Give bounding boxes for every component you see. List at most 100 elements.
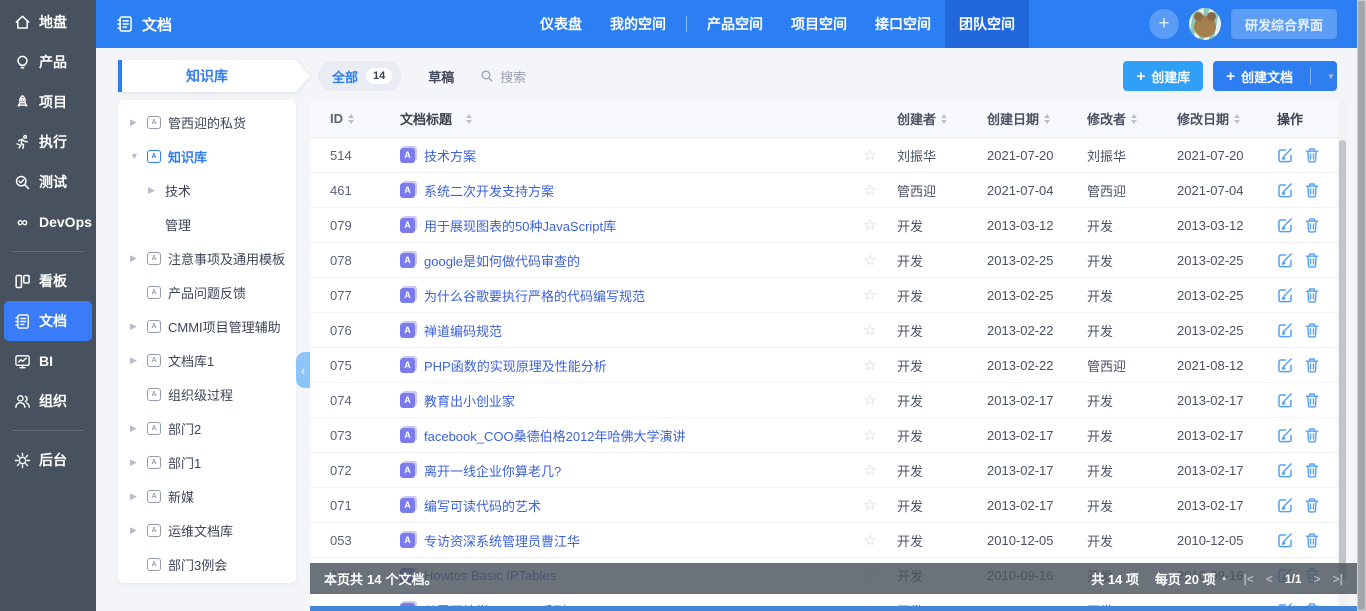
tree-item[interactable]: 管西迎的私货 (118, 105, 296, 139)
window-scrollbar-thumb[interactable] (1358, 1, 1365, 610)
tree-item[interactable]: 部门3例会 (118, 547, 296, 581)
tree-item[interactable]: CMMI项目管理辅助 (118, 309, 296, 343)
doc-title-link[interactable]: facebook_COO桑德伯格2012年哈佛大学演讲 (424, 426, 686, 445)
trash-icon[interactable] (1304, 322, 1320, 338)
plus-icon[interactable]: + (1149, 9, 1179, 39)
star-icon[interactable] (853, 181, 887, 199)
sidebar-item-bi[interactable]: BI (4, 341, 92, 381)
edit-icon[interactable] (1277, 182, 1293, 198)
sidebar-item-project[interactable]: 项目 (4, 82, 92, 122)
caret-icon[interactable] (130, 355, 140, 366)
star-icon[interactable] (853, 251, 887, 269)
create-doc-button[interactable]: + 创建文档 (1213, 61, 1337, 91)
trash-icon[interactable] (1304, 217, 1320, 233)
col-header-editor[interactable]: 修改者 (1077, 109, 1167, 128)
trash-icon[interactable] (1304, 252, 1320, 268)
doc-title-link[interactable]: 禅道编码规范 (424, 321, 502, 340)
caret-icon[interactable] (130, 151, 140, 161)
edit-icon[interactable] (1277, 427, 1293, 443)
library-tab-ribbon[interactable]: 知识库 (118, 60, 310, 92)
star-icon[interactable] (853, 216, 887, 234)
sort-icon[interactable] (348, 114, 354, 124)
col-header-edited[interactable]: 修改日期 (1167, 109, 1267, 128)
tree-item[interactable]: 部门1 (118, 445, 296, 479)
sort-icon[interactable] (1044, 114, 1050, 124)
nav-item-team-space[interactable]: 团队空间 (945, 0, 1029, 48)
sidebar-item-dashboard[interactable]: 地盘 (4, 2, 92, 42)
nav-item-project-space[interactable]: 项目空间 (777, 0, 861, 48)
sidebar-item-doc[interactable]: 文档 (4, 301, 92, 341)
table-row[interactable]: 461 系统二次开发支持方案 管西迎 2021-07-04 管西迎 2021-0… (310, 173, 1347, 208)
col-header-created[interactable]: 创建日期 (977, 109, 1077, 128)
sort-icon[interactable] (941, 114, 947, 124)
caret-icon[interactable] (130, 389, 140, 400)
doc-title-link[interactable]: google是如何做代码审查的 (424, 251, 580, 270)
nav-item-dashboard[interactable]: 仪表盘 (526, 0, 596, 48)
col-header-creator[interactable]: 创建者 (887, 109, 977, 128)
caret-icon[interactable] (130, 423, 140, 434)
edit-icon[interactable] (1277, 532, 1293, 548)
per-page-select[interactable]: 每页 20 项 (1155, 569, 1228, 588)
nav-item-my-space[interactable]: 我的空间 (596, 0, 680, 48)
sidebar-item-kanban[interactable]: 看板 (4, 261, 92, 301)
star-icon[interactable] (853, 286, 887, 304)
table-row[interactable]: 072 离开一线企业你算老几? 开发 2013-02-17 开发 2013-02… (310, 453, 1347, 488)
filter-all[interactable]: 全部 14 (318, 61, 402, 91)
edit-icon[interactable] (1277, 357, 1293, 373)
doc-title-link[interactable]: 教育出小创业家 (424, 391, 515, 410)
table-row[interactable]: 514 技术方案 刘振华 2021-07-20 刘振华 2021-07-20 (310, 138, 1347, 173)
trash-icon[interactable] (1304, 392, 1320, 408)
trash-icon[interactable] (1304, 287, 1320, 303)
caret-icon[interactable] (130, 491, 140, 502)
table-row[interactable]: 076 禅道编码规范 开发 2013-02-22 开发 2013-02-25 (310, 313, 1347, 348)
tree-item[interactable]: 部门2 (118, 411, 296, 445)
doc-title-link[interactable]: 离开一线企业你算老几? (424, 461, 561, 480)
edit-icon[interactable] (1277, 497, 1293, 513)
first-page-icon[interactable] (1244, 572, 1254, 586)
tree-item[interactable]: 产品问题反馈 (118, 275, 296, 309)
prev-page-icon[interactable] (1266, 572, 1273, 586)
trash-icon[interactable] (1304, 357, 1320, 373)
chevron-down-icon[interactable] (1317, 72, 1337, 81)
edit-icon[interactable] (1277, 252, 1293, 268)
doc-title-link[interactable]: 编写可读代码的艺术 (424, 496, 541, 515)
edit-icon[interactable] (1277, 462, 1293, 478)
trash-icon[interactable] (1304, 497, 1320, 513)
col-header-title[interactable]: 文档标题 (380, 109, 853, 128)
star-icon[interactable] (853, 496, 887, 514)
sidebar-item-product[interactable]: 产品 (4, 42, 92, 82)
doc-title-link[interactable]: 技术方案 (424, 146, 476, 165)
trash-icon[interactable] (1304, 532, 1320, 548)
table-row[interactable]: 053 专访资深系统管理员曹江华 开发 2010-12-05 开发 2010-1… (310, 523, 1347, 558)
caret-icon[interactable] (148, 185, 158, 196)
doc-title-link[interactable]: 为什么谷歌要执行严格的代码编写规范 (424, 286, 645, 305)
last-page-icon[interactable] (1333, 572, 1343, 586)
doc-title-link[interactable]: PHP函数的实现原理及性能分析 (424, 356, 607, 375)
star-icon[interactable] (853, 146, 887, 164)
caret-icon[interactable] (148, 219, 158, 230)
tree-item[interactable]: 文档库1 (118, 343, 296, 377)
nav-item-product-space[interactable]: 产品空间 (693, 0, 777, 48)
table-scrollbar[interactable] (1338, 100, 1347, 611)
trash-icon[interactable] (1304, 427, 1320, 443)
star-icon[interactable] (853, 391, 887, 409)
trash-icon[interactable] (1304, 147, 1320, 163)
table-row[interactable]: 071 编写可读代码的艺术 开发 2013-02-17 开发 2013-02-1… (310, 488, 1347, 523)
tree-item[interactable]: 知识库 (118, 139, 296, 173)
col-header-id[interactable]: ID (310, 111, 380, 126)
trash-icon[interactable] (1304, 462, 1320, 478)
caret-icon[interactable] (130, 559, 140, 570)
filter-draft[interactable]: 草稿 (428, 67, 454, 86)
caret-icon[interactable] (130, 525, 140, 536)
caret-icon[interactable] (130, 287, 140, 298)
tree-item[interactable]: 注意事项及通用模板 (118, 241, 296, 275)
workbench-button[interactable]: 研发综合界面 (1231, 9, 1337, 39)
edit-icon[interactable] (1277, 392, 1293, 408)
edit-icon[interactable] (1277, 287, 1293, 303)
tree-item[interactable]: 管理 (118, 207, 296, 241)
star-icon[interactable] (853, 531, 887, 549)
edit-icon[interactable] (1277, 322, 1293, 338)
sort-icon[interactable] (1234, 114, 1240, 124)
star-icon[interactable] (853, 321, 887, 339)
table-row[interactable]: 073 facebook_COO桑德伯格2012年哈佛大学演讲 开发 2013-… (310, 418, 1347, 453)
